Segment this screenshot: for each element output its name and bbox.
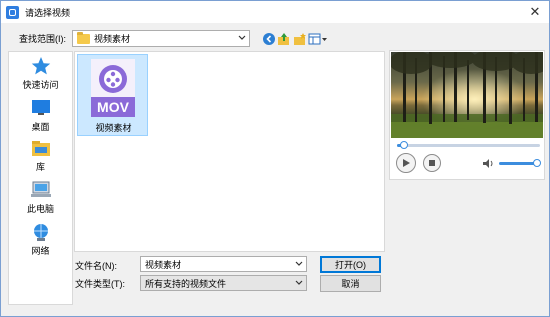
- place-label: 库: [35, 162, 45, 172]
- open-video-dialog: 请选择视频 ✕ 查找范围(I): 视频素材 快速访问 桌面 库 此电脑 网络 M…: [0, 0, 550, 317]
- lookin-label: 查找范围(I):: [19, 34, 66, 44]
- place-library[interactable]: 库: [9, 138, 72, 173]
- place-quick-access[interactable]: 快速访问: [9, 56, 72, 91]
- place-label: 此电脑: [26, 204, 54, 214]
- filetype-value: 所有支持的视频文件: [145, 278, 227, 289]
- folder-icon: [77, 31, 90, 44]
- dialog-title: 请选择视频: [25, 7, 71, 18]
- chevron-down-icon: [238, 33, 246, 45]
- view-menu-icon: [308, 33, 327, 45]
- chevron-down-icon[interactable]: [295, 259, 303, 271]
- speaker-icon[interactable]: [483, 159, 495, 168]
- close-button[interactable]: ✕: [527, 4, 543, 20]
- desktop-icon: [30, 98, 52, 118]
- view-menu-button[interactable]: [307, 31, 329, 47]
- back-icon: [263, 33, 275, 45]
- back-button[interactable]: [261, 31, 277, 47]
- place-label: 网络: [31, 246, 50, 256]
- chevron-down-icon: [295, 278, 303, 290]
- network-icon: [30, 222, 52, 242]
- up-folder-button[interactable]: [276, 31, 292, 47]
- place-label: 快速访问: [22, 80, 59, 90]
- close-icon: ✕: [529, 4, 541, 19]
- seek-handle[interactable]: [400, 141, 409, 149]
- file-type-badge: MOV: [91, 97, 135, 117]
- star-icon: [30, 56, 52, 76]
- computer-icon: [30, 180, 52, 200]
- file-list[interactable]: MOV 视频素材: [74, 51, 385, 252]
- cancel-button[interactable]: 取消: [320, 275, 381, 292]
- filetype-label: 文件类型(T):: [75, 279, 125, 289]
- play-button[interactable]: [396, 153, 416, 173]
- place-label: 桌面: [31, 122, 50, 132]
- filename-value: 视频素材: [145, 259, 182, 270]
- file-name: 视频素材: [95, 123, 132, 133]
- volume-slider[interactable]: [499, 159, 541, 167]
- place-this-pc[interactable]: 此电脑: [9, 180, 72, 215]
- file-item-selected[interactable]: MOV 视频素材: [77, 54, 148, 136]
- volume-handle[interactable]: [533, 159, 541, 167]
- lookin-dropdown[interactable]: 视频素材: [72, 30, 250, 47]
- up-folder-icon: [278, 33, 289, 45]
- open-button[interactable]: 打开(O): [320, 256, 381, 273]
- new-folder-button[interactable]: [292, 31, 308, 47]
- video-preview-panel: [389, 50, 545, 180]
- seek-bar[interactable]: [397, 141, 540, 149]
- places-bar: 快速访问 桌面 库 此电脑 网络: [8, 51, 73, 305]
- filetype-dropdown[interactable]: 所有支持的视频文件: [140, 275, 307, 291]
- video-preview-image: [391, 52, 543, 138]
- stop-icon: [429, 160, 435, 166]
- library-icon: [30, 138, 52, 158]
- stop-button[interactable]: [423, 154, 441, 172]
- new-folder-icon: [294, 33, 306, 45]
- title-bar[interactable]: 请选择视频 ✕: [1, 1, 549, 23]
- filename-field[interactable]: 视频素材: [140, 256, 307, 272]
- place-desktop[interactable]: 桌面: [9, 98, 72, 133]
- place-network[interactable]: 网络: [9, 222, 72, 257]
- lookin-value: 视频素材: [94, 34, 131, 44]
- mov-file-icon: MOV: [91, 59, 135, 117]
- filename-label: 文件名(N):: [75, 261, 117, 271]
- play-icon: [403, 159, 410, 167]
- app-icon: [6, 5, 19, 19]
